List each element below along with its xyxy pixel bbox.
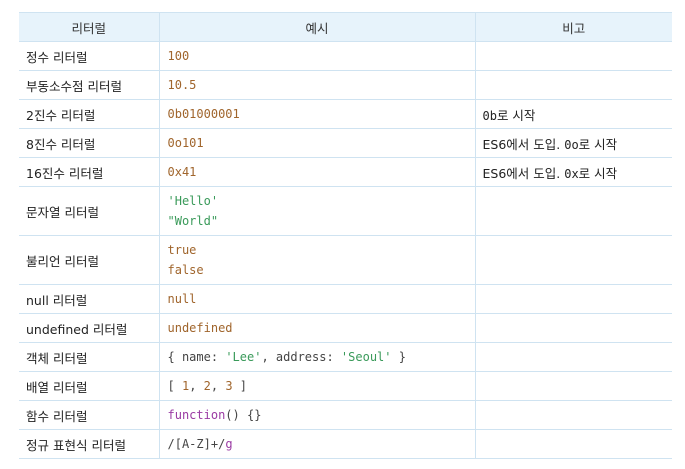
header-note: 비고 — [474, 12, 672, 42]
table-row: 부동소수점 리터럴 10.5 — [19, 70, 672, 100]
table-row: 문자열 리터럴 'Hello' "World" — [19, 186, 672, 236]
literal-example: 'Hello' "World" — [158, 186, 475, 236]
table-row: 정규 표현식 리터럴 /[A-Z]+/g — [19, 429, 672, 459]
literal-note — [474, 429, 672, 459]
regex-slash: / — [167, 437, 175, 451]
function-body: () {} — [225, 408, 262, 422]
table-row: 정수 리터럴 100 — [19, 41, 672, 71]
table-row: 8진수 리터럴 0o101 ES6에서 도입. 0o로 시작 — [19, 128, 672, 158]
literal-example: /[A-Z]+/g — [158, 429, 475, 459]
literal-name: 정규 표현식 리터럴 — [19, 429, 159, 459]
literal-note: 0b로 시작 — [474, 99, 672, 129]
regex-flag: g — [225, 437, 233, 451]
example-value: 10.5 — [167, 78, 197, 92]
literal-note — [474, 70, 672, 100]
table-row: null 리터럴 null — [19, 284, 672, 314]
literal-name: null 리터럴 — [19, 284, 159, 314]
table-header-row: 리터럴 예시 비고 — [19, 12, 672, 42]
object-separator: , — [261, 350, 276, 364]
object-open: { — [167, 350, 182, 364]
note-text: 로 시작 — [496, 107, 536, 123]
literal-table: 리터럴 예시 비고 정수 리터럴 100 부동소수점 리터럴 10.5 2진수 … — [19, 12, 672, 459]
literal-note — [474, 342, 672, 372]
literal-name: 정수 리터럴 — [19, 41, 159, 71]
literal-name: 8진수 리터럴 — [19, 128, 159, 158]
note-prefix: ES6에서 도입. — [482, 136, 565, 152]
literal-example: null — [158, 284, 475, 314]
array-open: [ — [167, 379, 182, 393]
literal-example: 0o101 — [158, 128, 475, 158]
literal-example: 0b01000001 — [158, 99, 475, 129]
array-value: 3 — [225, 379, 233, 393]
example-value: 100 — [167, 49, 190, 63]
literal-name: undefined 리터럴 — [19, 313, 159, 343]
example-line: 'Hello' — [167, 194, 219, 208]
literal-example: true false — [158, 235, 475, 285]
literal-example: function() {} — [158, 400, 475, 430]
header-literal: 리터럴 — [19, 12, 159, 42]
literal-note: ES6에서 도입. 0x로 시작 — [474, 157, 672, 187]
array-close: ] — [232, 379, 248, 393]
literal-example: 0x41 — [158, 157, 475, 187]
example-value: 0b01000001 — [167, 107, 240, 121]
literal-example: 100 — [158, 41, 475, 71]
literal-note — [474, 313, 672, 343]
table-row: undefined 리터럴 undefined — [19, 313, 672, 343]
note-code: 0o — [564, 137, 579, 152]
literal-name: 불리언 리터럴 — [19, 235, 159, 285]
literal-name: 2진수 리터럴 — [19, 99, 159, 129]
table-row: 객체 리터럴 { name: 'Lee', address: 'Seoul' } — [19, 342, 672, 372]
literal-note — [474, 186, 672, 236]
array-value: 2 — [203, 379, 211, 393]
array-comma: , — [210, 379, 226, 393]
table-row: 16진수 리터럴 0x41 ES6에서 도입. 0x로 시작 — [19, 157, 672, 187]
example-value: undefined — [167, 321, 233, 335]
literal-example: [ 1, 2, 3 ] — [158, 371, 475, 401]
header-example: 예시 — [158, 12, 475, 42]
table-row: 배열 리터럴 [ 1, 2, 3 ] — [19, 371, 672, 401]
table-row: 불리언 리터럴 true false — [19, 235, 672, 285]
literal-note — [474, 41, 672, 71]
literal-example: { name: 'Lee', address: 'Seoul' } — [158, 342, 475, 372]
example-value: 0o101 — [167, 136, 204, 150]
literal-name: 부동소수점 리터럴 — [19, 70, 159, 100]
regex-pattern: [A-Z]+ — [174, 437, 219, 451]
literal-name: 16진수 리터럴 — [19, 157, 159, 187]
array-comma: , — [189, 379, 204, 393]
table-row: 2진수 리터럴 0b01000001 0b로 시작 — [19, 99, 672, 129]
example-line: "World" — [167, 214, 219, 228]
note-text: 로 시작 — [578, 136, 618, 152]
literal-name: 객체 리터럴 — [19, 342, 159, 372]
object-key: name: — [181, 350, 226, 364]
literal-note — [474, 371, 672, 401]
example-line: true — [167, 243, 197, 257]
object-close: } — [391, 350, 406, 364]
note-code: 0x — [564, 166, 579, 181]
note-prefix: ES6에서 도입. — [482, 165, 565, 181]
example-value: null — [167, 292, 197, 306]
literal-note — [474, 400, 672, 430]
literal-name: 함수 리터럴 — [19, 400, 159, 430]
literal-name: 배열 리터럴 — [19, 371, 159, 401]
example-value: 0x41 — [167, 165, 197, 179]
literal-example: undefined — [158, 313, 475, 343]
note-text: 로 시작 — [578, 165, 618, 181]
function-keyword: function — [167, 408, 226, 422]
note-code: 0b — [482, 108, 497, 123]
object-value: 'Seoul' — [340, 350, 392, 364]
object-key: address: — [275, 350, 341, 364]
literal-note: ES6에서 도입. 0o로 시작 — [474, 128, 672, 158]
literal-example: 10.5 — [158, 70, 475, 100]
table-row: 함수 리터럴 function() {} — [19, 400, 672, 430]
literal-note — [474, 284, 672, 314]
literal-note — [474, 235, 672, 285]
object-value: 'Lee' — [225, 350, 262, 364]
example-line: false — [167, 263, 204, 277]
literal-name: 문자열 리터럴 — [19, 186, 159, 236]
